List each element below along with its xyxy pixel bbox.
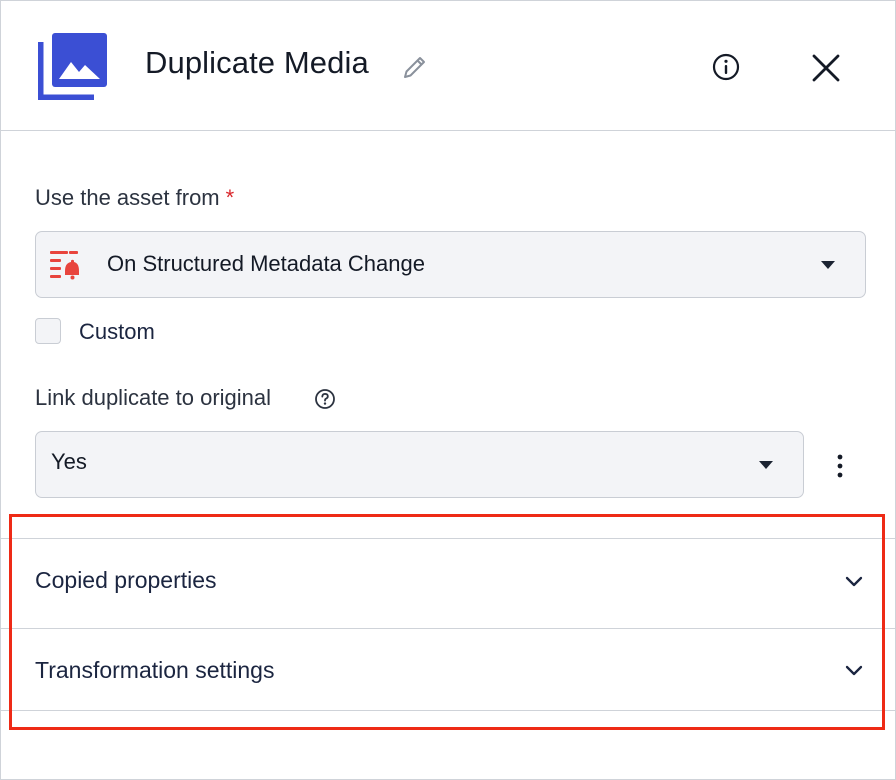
asset-source-value: On Structured Metadata Change [107, 251, 425, 276]
kebab-menu-icon[interactable] [827, 449, 853, 483]
accordion-label: Transformation settings [35, 657, 275, 683]
chevron-down-icon [845, 576, 863, 587]
asset-source-select[interactable]: On Structured Metadata Change [35, 231, 866, 298]
required-mark: * [225, 185, 235, 210]
help-icon[interactable] [314, 388, 336, 410]
chevron-down-icon [759, 461, 773, 469]
accordion-label: Copied properties [35, 567, 217, 593]
panel-header: Duplicate Media [1, 1, 895, 131]
link-duplicate-value: Yes [51, 449, 87, 474]
duplicate-media-panel: Duplicate Media Use the asset from * On S… [0, 0, 896, 780]
link-duplicate-select[interactable]: Yes [35, 431, 804, 498]
link-duplicate-label: Link duplicate to original [35, 385, 272, 410]
panel-title: Duplicate Media [145, 45, 369, 80]
accordion-copied-properties[interactable]: Copied properties [1, 539, 895, 627]
pencil-icon[interactable] [401, 53, 429, 81]
close-icon[interactable] [809, 51, 843, 85]
info-icon[interactable] [711, 52, 741, 82]
chevron-down-icon [845, 665, 863, 676]
chevron-down-icon [821, 261, 835, 269]
media-library-icon [38, 33, 107, 100]
custom-checkbox[interactable] [35, 318, 61, 344]
asset-source-label-text: Use the asset from [35, 185, 220, 210]
custom-checkbox-label[interactable]: Custom [79, 319, 155, 345]
section-divider [1, 710, 895, 711]
metadata-change-bell-icon [50, 251, 79, 280]
accordion-transformation-settings[interactable]: Transformation settings [1, 629, 895, 717]
asset-source-label: Use the asset from * [35, 185, 234, 211]
